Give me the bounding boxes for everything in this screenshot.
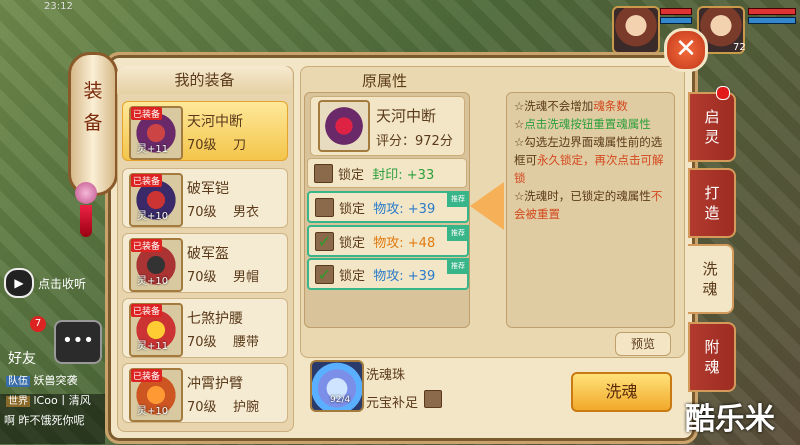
- recommend-badge: 推荐: [447, 225, 469, 241]
- attribute-row[interactable]: ✓ 锁定 物攻: +48 推荐: [307, 225, 469, 257]
- attribute-row[interactable]: ✓ 锁定 物攻: +39 推荐: [307, 258, 469, 290]
- attribute-row[interactable]: 锁定 物攻: +39 推荐: [307, 191, 469, 223]
- equipment-type: 护腕: [233, 400, 260, 415]
- pearl-name: 洗魂珠: [366, 368, 406, 383]
- info-line: ☆点击洗魂按钮重置魂属性: [514, 117, 651, 131]
- watermark: 酷乐米: [685, 402, 775, 437]
- equipment-scroll-banner: 装 备: [68, 52, 118, 196]
- scroll-char: 装: [83, 80, 103, 102]
- notification-dot: [716, 86, 730, 100]
- equipment-type: 刀: [233, 138, 247, 153]
- attribute-text: 锁定 物攻: +48: [339, 236, 436, 251]
- equipment-name: 破军铠: [187, 181, 229, 197]
- collect-label[interactable]: 点击收听: [38, 275, 86, 292]
- ling-level: 灵+11: [137, 341, 169, 352]
- chat-tag-world: 世界: [6, 396, 30, 407]
- recommend-badge: 推荐: [447, 191, 469, 207]
- tab-wash-soul[interactable]: 洗魂: [688, 244, 734, 314]
- ling-level: 灵+10: [137, 276, 169, 287]
- recommend-badge: 推荐: [447, 258, 469, 274]
- attribute-row[interactable]: 锁定 封印: +33: [307, 158, 467, 188]
- chat-line-3: 啊 昨不饿死你呢: [4, 412, 85, 428]
- friends-label[interactable]: 好友: [8, 348, 36, 368]
- friend-badge: 7: [30, 316, 46, 332]
- equipment-level: 70级: [187, 400, 217, 415]
- chat-text: 妖兽突袭: [33, 374, 78, 387]
- arrow-left-icon: [470, 182, 504, 230]
- attribute-text: 锁定 物攻: +39: [339, 269, 436, 284]
- pet-portrait[interactable]: [612, 6, 660, 54]
- equipment-level: 70级: [187, 270, 217, 285]
- chat-text: lCoo丨清风: [33, 394, 91, 407]
- equipment-level: 70级: [187, 205, 217, 220]
- tab-qiling[interactable]: 启灵: [688, 92, 736, 162]
- equipment-type: 男帽: [233, 270, 260, 285]
- equipment-item[interactable]: 已装备 灵+10 破军盔 70级 男帽: [122, 233, 288, 293]
- ling-level: 灵+10: [137, 211, 169, 222]
- lock-checkbox[interactable]: [314, 164, 333, 183]
- equipment-list-header: 我的装备: [117, 66, 292, 94]
- attribute-text: 锁定 物攻: +39: [339, 202, 436, 217]
- scroll-char: 备: [83, 112, 103, 134]
- equipped-tag: 已装备: [131, 107, 163, 120]
- equipment-name: 天河中断: [187, 114, 243, 130]
- preview-button[interactable]: 预览: [615, 332, 671, 356]
- lock-checkbox[interactable]: [315, 198, 334, 217]
- info-line: ☆勾选左边界面魂属性前的选框可永久锁定，再次点击可解锁: [514, 135, 664, 185]
- chat-bubble-icon[interactable]: •••: [54, 320, 102, 364]
- chat-text: 啊 昨不饿死你呢: [4, 414, 85, 427]
- original-attributes-title: 原属性: [362, 72, 408, 90]
- close-button[interactable]: ✕: [664, 28, 708, 72]
- wash-soul-button[interactable]: 洗魂: [571, 372, 672, 412]
- charm-icon: [75, 182, 97, 204]
- equipment-type: 腰带: [233, 335, 260, 350]
- chat-tag-team: 队伍: [6, 376, 30, 387]
- hero-mp-bar: [748, 17, 796, 24]
- tab-attach-soul[interactable]: 附魂: [688, 322, 736, 392]
- ingot-supplement-checkbox[interactable]: [424, 390, 442, 408]
- equipment-item[interactable]: 已装备 灵+11 七煞护腰 70级 腰带: [122, 298, 288, 358]
- info-line: ☆洗魂时，已锁定的魂属性不会被重置: [514, 189, 663, 221]
- pearl-count: 92/4: [330, 395, 351, 405]
- blade-icon: [318, 100, 370, 152]
- equipment-name: 冲霄护臂: [187, 376, 243, 392]
- hero-level: 72: [733, 42, 746, 53]
- hero-hp-bar: [748, 8, 796, 15]
- tassel-icon: [80, 205, 92, 237]
- equipment-type: 男衣: [233, 205, 260, 220]
- equipment-level: 70级: [187, 335, 217, 350]
- equipped-tag: 已装备: [131, 174, 163, 187]
- chat-line-2: 世界 lCoo丨清风: [6, 392, 91, 408]
- selected-equipment-name: 天河中断: [376, 107, 437, 125]
- pet-mp-bar: [660, 17, 692, 24]
- equipment-name: 破军盔: [187, 246, 229, 262]
- equipped-tag: 已装备: [131, 239, 163, 252]
- info-line: ☆洗魂不会增加魂条数: [514, 99, 628, 113]
- selected-equipment-score: 评分：972分: [376, 134, 453, 149]
- ling-level: 灵+10: [137, 406, 169, 417]
- equipment-item[interactable]: 已装备 灵+10 破军铠 70级 男衣: [122, 168, 288, 228]
- chat-line-1: 队伍 妖兽突袭: [6, 372, 78, 388]
- pet-hp-bar: [660, 8, 692, 15]
- clock: 23:12: [44, 1, 73, 12]
- ingot-supplement-label: 元宝补足: [366, 396, 419, 411]
- equipped-tag: 已装备: [131, 304, 163, 317]
- equipment-name: 七煞护腰: [187, 311, 243, 327]
- equipment-item[interactable]: 已装备 灵+10 冲霄护臂 70级 护腕: [122, 363, 288, 423]
- ling-level: 灵+11: [137, 144, 169, 155]
- attribute-text: 锁定 封印: +33: [338, 168, 435, 183]
- equipped-tag: 已装备: [131, 369, 163, 382]
- lock-checkbox-checked[interactable]: ✓: [315, 232, 334, 251]
- equipment-item[interactable]: 已装备 灵+11 天河中断 70级 刀: [122, 101, 288, 161]
- equipment-level: 70级: [187, 138, 217, 153]
- lock-checkbox-checked[interactable]: ✓: [315, 265, 334, 284]
- wash-info-box: ☆洗魂不会增加魂条数 ☆点击洗魂按钮重置魂属性 ☆勾选左边界面魂属性前的选框可永…: [506, 92, 675, 328]
- play-icon[interactable]: ▶: [4, 268, 34, 298]
- tab-forge[interactable]: 打造: [688, 168, 736, 238]
